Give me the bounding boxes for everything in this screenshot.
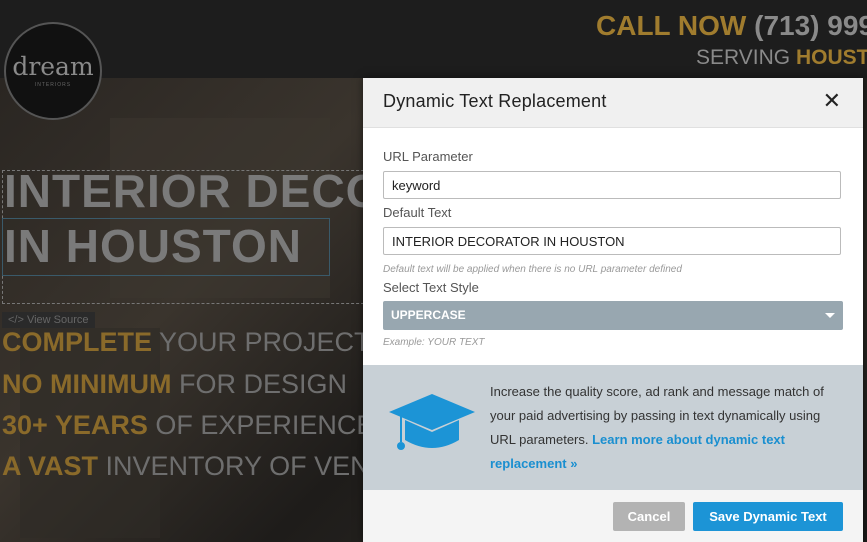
feature-line: 30+ YEARS OF EXPERIENCE — [2, 410, 374, 441]
headline-line-2: IN HOUSTON — [4, 220, 302, 272]
promo-panel: Increase the quality score, ad rank and … — [363, 365, 863, 490]
default-text-input[interactable] — [383, 227, 841, 255]
serving-label: SERVING — [696, 46, 791, 69]
view-source-button[interactable]: </> View Source — [2, 312, 95, 328]
feature-text: FOR DESIGN — [171, 369, 347, 399]
feature-line: NO MINIMUM FOR DESIGN — [2, 369, 347, 400]
feature-highlight: A VAST — [2, 451, 99, 481]
call-now-banner: CALL NOW (713) 999 — [596, 10, 867, 42]
text-style-selected: UPPERCASE — [391, 308, 466, 322]
text-style-select[interactable]: UPPERCASE — [383, 301, 843, 330]
serving-city: HOUSTO — [796, 46, 867, 69]
feature-line: A VAST INVENTORY OF VEN — [2, 451, 370, 482]
cancel-button[interactable]: Cancel — [613, 502, 685, 531]
text-style-label: Select Text Style — [383, 280, 479, 295]
url-parameter-input[interactable] — [383, 171, 841, 199]
logo-text: dream — [12, 52, 94, 81]
close-icon[interactable]: ✕ — [823, 90, 841, 112]
logo-subtext: INTERIORS — [34, 82, 72, 88]
promo-description: Increase the quality score, ad rank and … — [490, 380, 846, 476]
feature-text: YOUR PROJECT — [152, 327, 371, 357]
graduation-cap-icon — [389, 394, 475, 450]
chevron-down-icon — [825, 313, 835, 318]
default-text-hint: Default text will be applied when there … — [383, 264, 682, 275]
feature-text: INVENTORY OF VEN — [98, 451, 370, 481]
headline-line-1: INTERIOR DECO — [4, 165, 383, 217]
feature-line: COMPLETE YOUR PROJECT — [2, 327, 371, 358]
call-now-label: CALL NOW — [596, 10, 747, 41]
url-parameter-label: URL Parameter — [383, 149, 473, 164]
default-text-label: Default Text — [383, 205, 452, 220]
feature-highlight: 30+ YEARS — [2, 410, 148, 440]
serving-banner: SERVING HOUSTO — [696, 46, 867, 70]
feature-highlight: COMPLETE — [2, 327, 153, 357]
site-logo: dream INTERIORS — [4, 22, 102, 120]
text-style-example: Example: YOUR TEXT — [383, 337, 485, 348]
feature-text: OF EXPERIENCE — [147, 410, 375, 440]
save-dynamic-text-button[interactable]: Save Dynamic Text — [693, 502, 843, 531]
phone-number: (713) 999 — [754, 10, 867, 41]
modal-header: Dynamic Text Replacement ✕ — [363, 78, 863, 128]
modal-footer: Cancel Save Dynamic Text — [363, 490, 863, 542]
modal-title: Dynamic Text Replacement — [383, 91, 607, 111]
feature-highlight: NO MINIMUM — [2, 369, 172, 399]
dynamic-text-modal: Dynamic Text Replacement ✕ URL Parameter… — [363, 78, 863, 542]
